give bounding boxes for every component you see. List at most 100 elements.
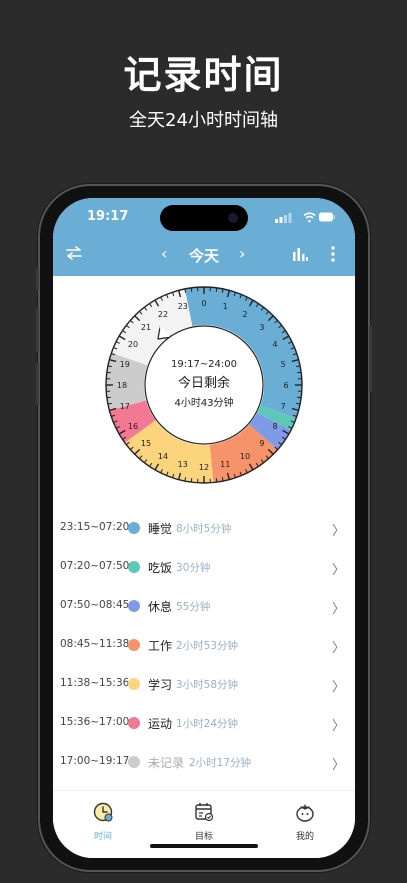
entry-duration: 3小时58分钟 <box>176 679 239 691</box>
hour-label: 15 <box>141 439 151 448</box>
entry-time: 15:36~17:00 <box>60 716 130 728</box>
entry-time: 11:38~15:36 <box>60 677 130 689</box>
hour-label: 14 <box>158 452 168 461</box>
entry-row[interactable]: 07:20~07:50 吃饭 30分钟 〉 <box>53 547 355 586</box>
tab-label: 时间 <box>93 832 112 842</box>
chevron-right-icon: 〉 <box>331 719 345 734</box>
wifi-icon <box>303 212 316 223</box>
hour-label: 4 <box>272 340 277 349</box>
hour-label: 2 <box>242 310 247 319</box>
entry-name: 休息 <box>148 600 173 614</box>
entry-row[interactable]: 11:38~15:36 学习 3小时58分钟 〉 <box>53 664 355 703</box>
dial-tick <box>297 371 302 374</box>
hour-label: 19 <box>120 360 130 369</box>
dial-tick <box>106 396 111 399</box>
entry-time: 07:50~08:45 <box>60 599 130 611</box>
chevron-right-icon: 〉 <box>331 758 345 773</box>
app-screen: 19:17 ‹ 今天 › 0 1 2 3 4 5 6 7 8 9 10 11 1… <box>53 198 355 858</box>
hour-label: 13 <box>178 460 188 469</box>
action-button <box>36 268 39 290</box>
hour-label: 22 <box>158 310 168 319</box>
phone-frame: 19:17 ‹ 今天 › 0 1 2 3 4 5 6 7 8 9 10 11 1… <box>36 186 372 870</box>
dial-tick <box>106 371 111 374</box>
volume-up-button <box>36 308 39 352</box>
hour-label: 17 <box>120 402 130 411</box>
entry-name: 吃饭 <box>148 561 173 575</box>
tab-label: 目标 <box>194 832 213 842</box>
tab-label: 我的 <box>295 832 314 842</box>
entry-list: 23:15~07:20 睡觉 8小时5分钟 〉 07:20~07:50 吃饭 3… <box>53 508 355 781</box>
entry-row[interactable]: 15:36~17:00 运动 1小时24分钟 〉 <box>53 703 355 742</box>
dial-tick <box>190 478 193 483</box>
entry-row[interactable]: 07:50~08:45 休息 55分钟 〉 <box>53 586 355 625</box>
center-range: 19:17~24:00 <box>171 359 237 370</box>
entry-duration: 55分钟 <box>176 601 211 613</box>
chevron-right-icon: 〉 <box>331 563 345 578</box>
tab-mine[interactable]: 我的 <box>275 801 335 842</box>
hour-label: 8 <box>272 422 277 431</box>
hour-label: 20 <box>128 340 138 349</box>
hour-label: 7 <box>281 402 286 411</box>
dial-tick <box>215 478 218 483</box>
entry-duration: 1小时24分钟 <box>176 718 239 730</box>
category-dot <box>128 561 140 573</box>
category-dot <box>128 522 140 534</box>
category-dot <box>128 678 140 690</box>
entry-duration: 8小时5分钟 <box>176 523 232 535</box>
entry-time: 08:45~11:38 <box>60 638 130 650</box>
hour-label: 0 <box>201 299 206 308</box>
hour-label: 12 <box>199 463 209 472</box>
entry-row[interactable]: 17:00~19:17 未记录 2小时17分钟 〉 <box>53 742 355 781</box>
calendar-target-icon <box>195 803 214 822</box>
entry-time: 23:15~07:20 <box>60 521 130 533</box>
next-day-button[interactable]: › <box>239 244 245 263</box>
status-time: 19:17 <box>87 209 129 224</box>
entry-name: 睡觉 <box>148 522 173 536</box>
promo-subtitle: 全天24小时时间轴 <box>129 110 278 131</box>
hour-label: 5 <box>281 360 286 369</box>
center-remaining: 4小时43分钟 <box>174 396 233 409</box>
entry-name: 未记录 <box>148 756 185 770</box>
entry-time: 17:00~19:17 <box>60 755 130 767</box>
entry-row[interactable]: 23:15~07:20 睡觉 8小时5分钟 〉 <box>53 508 355 547</box>
hour-label: 21 <box>141 323 151 332</box>
home-indicator <box>150 844 258 848</box>
entry-duration: 30分钟 <box>176 562 211 574</box>
chevron-right-icon: 〉 <box>331 680 345 695</box>
volume-down-button <box>36 362 39 406</box>
hour-label: 16 <box>128 422 138 431</box>
bar-chart-icon[interactable] <box>292 247 308 261</box>
category-dot <box>128 600 140 612</box>
chevron-right-icon: 〉 <box>331 524 345 539</box>
tab-time[interactable]: 时间 <box>73 801 133 842</box>
nav-title: 今天 <box>188 247 219 265</box>
hour-label: 6 <box>283 381 288 390</box>
category-dot <box>128 756 140 768</box>
tab-goals[interactable]: 目标 <box>174 801 234 842</box>
hour-label: 3 <box>259 323 264 332</box>
chevron-right-icon: 〉 <box>331 641 345 656</box>
status-icons <box>275 212 335 223</box>
dial-tick <box>297 396 302 399</box>
chevron-right-icon: 〉 <box>331 602 345 617</box>
entry-row[interactable]: 08:45~11:38 工作 2小时53分钟 〉 <box>53 625 355 664</box>
promo-title: 记录时间 <box>123 53 284 97</box>
hour-label: 10 <box>240 452 250 461</box>
dial-tick <box>190 287 193 292</box>
entry-name: 学习 <box>148 678 173 692</box>
more-vertical-icon[interactable] <box>330 246 336 262</box>
entry-name: 工作 <box>148 639 173 653</box>
nav-row: ‹ 今天 › <box>53 242 355 268</box>
tomato-icon <box>296 804 314 822</box>
hour-label: 9 <box>259 439 264 448</box>
center-label: 今日剩余 <box>178 375 230 391</box>
camera-icon <box>228 213 238 223</box>
entry-time: 07:20~07:50 <box>60 560 130 572</box>
hour-label: 1 <box>223 302 228 311</box>
hour-label: 11 <box>220 460 230 469</box>
day-clock-dial[interactable]: 0 1234567891011121314151617181920212223 1… <box>104 285 304 485</box>
power-button <box>369 326 372 392</box>
entry-duration: 2小时17分钟 <box>189 757 252 769</box>
entry-name: 运动 <box>148 717 173 731</box>
clock-icon <box>93 802 113 822</box>
